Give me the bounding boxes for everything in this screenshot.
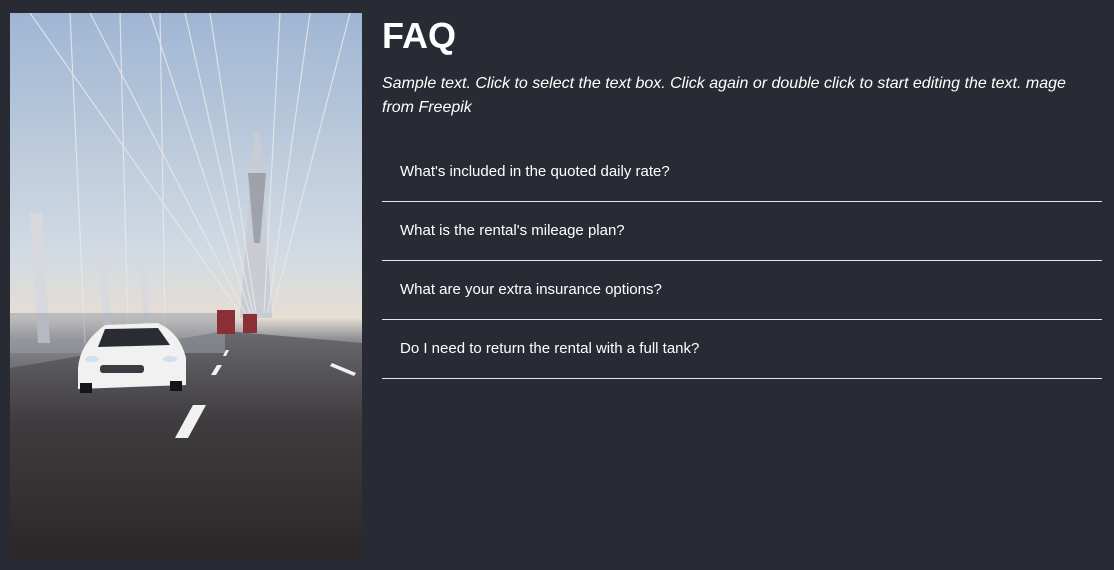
faq-intro-text: Sample text. Click to select the text bo… [382,75,1066,116]
faq-item-mileage-plan[interactable]: What is the rental's mileage plan? [382,202,1102,261]
faq-accordion: What's included in the quoted daily rate… [382,143,1102,379]
faq-item-daily-rate[interactable]: What's included in the quoted daily rate… [382,143,1102,202]
bridge-car-image [10,13,362,558]
faq-item-full-tank[interactable]: Do I need to return the rental with a fu… [382,320,1102,379]
faq-title: FAQ [382,15,457,56]
faq-item-insurance-options[interactable]: What are your extra insurance options? [382,261,1102,320]
faq-question: What is the rental's mileage plan? [400,222,625,239]
faq-question: What's included in the quoted daily rate… [400,163,670,180]
faq-content: FAQ Sample text. Click to select the tex… [382,14,1102,379]
faq-section: FAQ Sample text. Click to select the tex… [0,0,1114,570]
faq-question: Do I need to return the rental with a fu… [400,340,700,357]
faq-question: What are your extra insurance options? [400,281,662,298]
